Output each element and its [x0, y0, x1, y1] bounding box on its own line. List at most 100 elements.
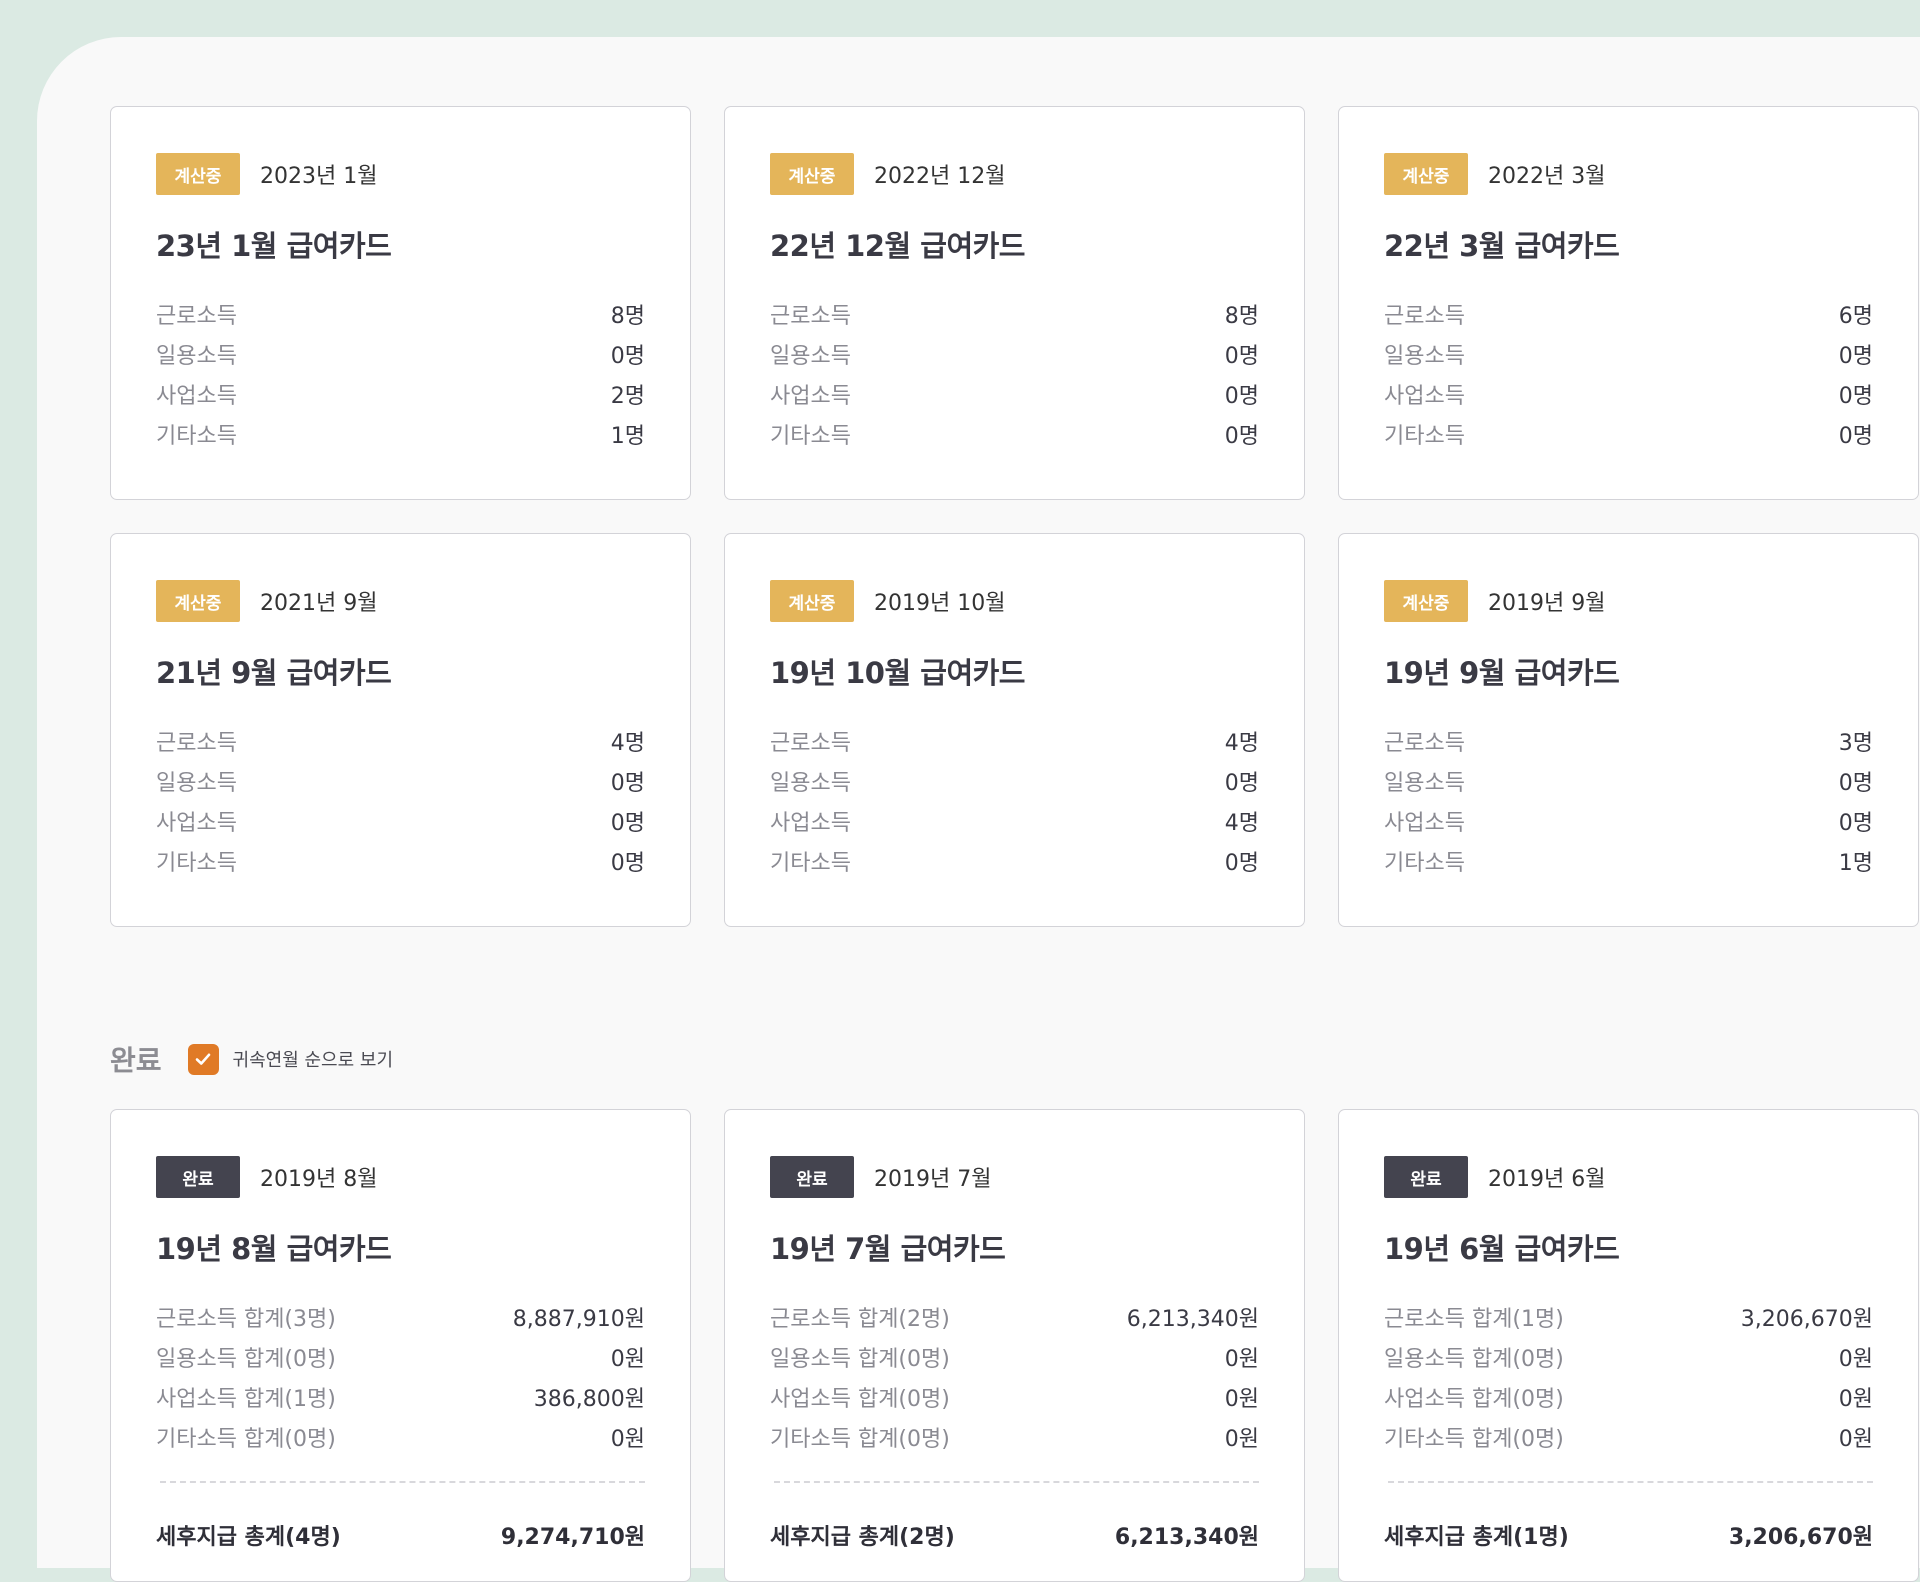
total-amount: 6,213,340원 — [1114, 1525, 1259, 1550]
income-amount: 386,800원 — [533, 1387, 645, 1412]
income-label: 기타소득 합계(0명) — [156, 1427, 336, 1452]
total-label: 세후지급 총계(1명) — [1384, 1525, 1569, 1550]
card-period: 2019년 10월 — [874, 591, 1006, 616]
income-label: 기타소득 — [770, 851, 851, 876]
payroll-card[interactable]: 완료 2019년 7월 19년 7월 급여카드 근로소득 합계(2명) 6,213… — [724, 1109, 1305, 1582]
income-list: 근로소득 4명 일용소득 0명 사업소득 0명 기타소득 0명 — [156, 721, 645, 881]
income-label: 근로소득 합계(1명) — [1384, 1307, 1564, 1332]
card-header: 계산중 2022년 12월 — [770, 153, 1259, 195]
income-count: 0명 — [1224, 771, 1259, 796]
income-row: 사업소득 0명 — [1384, 801, 1873, 841]
income-count: 0명 — [1838, 771, 1873, 796]
payroll-card[interactable]: 계산중 2022년 3월 22년 3월 급여카드 근로소득 6명 일용소득 0명 사… — [1338, 106, 1919, 500]
income-amount: 8,887,910원 — [512, 1307, 645, 1332]
income-label: 근로소득 — [770, 304, 851, 329]
income-amount: 0원 — [1224, 1347, 1259, 1372]
income-amount: 0원 — [1838, 1347, 1873, 1372]
income-list: 근로소득 8명 일용소득 0명 사업소득 2명 기타소득 1명 — [156, 294, 645, 454]
income-row: 일용소득 0명 — [770, 334, 1259, 374]
income-label: 기타소득 — [156, 851, 237, 876]
income-count: 8명 — [610, 304, 645, 329]
income-amount: 0원 — [610, 1347, 645, 1372]
payroll-card[interactable]: 계산중 2019년 10월 19년 10월 급여카드 근로소득 4명 일용소득 0명… — [724, 533, 1305, 927]
card-period: 2022년 12월 — [874, 164, 1006, 189]
income-amount: 0원 — [1224, 1387, 1259, 1412]
income-row: 일용소득 합계(0명) 0원 — [1384, 1337, 1873, 1377]
checkmark-icon — [195, 1053, 211, 1065]
section-title: 완료 — [110, 1044, 162, 1077]
income-row: 일용소득 0명 — [770, 761, 1259, 801]
income-row: 근로소득 합계(2명) 6,213,340원 — [770, 1297, 1259, 1337]
payroll-card[interactable]: 계산중 2021년 9월 21년 9월 급여카드 근로소득 4명 일용소득 0명 사… — [110, 533, 691, 927]
card-period: 2019년 9월 — [1488, 591, 1606, 616]
income-label: 근로소득 — [1384, 304, 1465, 329]
income-label: 기타소득 — [156, 424, 237, 449]
income-row: 일용소득 0명 — [156, 334, 645, 374]
card-header: 계산중 2022년 3월 — [1384, 153, 1873, 195]
card-period: 2022년 3월 — [1488, 164, 1606, 189]
income-amount: 3,206,670원 — [1740, 1307, 1873, 1332]
income-label: 사업소득 — [1384, 384, 1465, 409]
total-amount: 9,274,710원 — [500, 1525, 645, 1550]
income-row: 사업소득 0명 — [1384, 374, 1873, 414]
card-title: 22년 12월 급여카드 — [770, 229, 1026, 263]
card-title: 19년 9월 급여카드 — [1384, 656, 1620, 690]
income-row: 기타소득 0명 — [770, 841, 1259, 881]
total-row: 세후지급 총계(1명) 3,206,670원 — [1384, 1515, 1873, 1555]
income-count: 0명 — [610, 811, 645, 836]
checkbox[interactable] — [187, 1043, 219, 1075]
income-list: 근로소득 합계(1명) 3,206,670원 일용소득 합계(0명) 0원 사업소득… — [1384, 1297, 1873, 1457]
income-row: 사업소득 4명 — [770, 801, 1259, 841]
total-label: 세후지급 총계(2명) — [770, 1525, 955, 1550]
income-row: 기타소득 0명 — [156, 841, 645, 881]
income-label: 근로소득 — [1384, 731, 1465, 756]
payroll-card[interactable]: 완료 2019년 8월 19년 8월 급여카드 근로소득 합계(3명) 8,887… — [110, 1109, 691, 1582]
income-label: 근로소득 — [770, 731, 851, 756]
income-count: 3명 — [1838, 731, 1873, 756]
income-count: 0명 — [610, 344, 645, 369]
income-list: 근로소득 6명 일용소득 0명 사업소득 0명 기타소득 0명 — [1384, 294, 1873, 454]
income-row: 근로소득 합계(1명) 3,206,670원 — [1384, 1297, 1873, 1337]
payroll-card[interactable]: 완료 2019년 6월 19년 6월 급여카드 근로소득 합계(1명) 3,206… — [1338, 1109, 1919, 1582]
status-badge: 계산중 — [1384, 580, 1468, 622]
payroll-card[interactable]: 계산중 2022년 12월 22년 12월 급여카드 근로소득 8명 일용소득 0명… — [724, 106, 1305, 500]
income-count: 2명 — [610, 384, 645, 409]
income-label: 일용소득 합계(0명) — [1384, 1347, 1564, 1372]
income-count: 4명 — [1224, 731, 1259, 756]
status-badge: 계산중 — [156, 153, 240, 195]
dashed-divider — [774, 1481, 1259, 1483]
status-badge: 계산중 — [770, 580, 854, 622]
total-label: 세후지급 총계(4명) — [156, 1525, 341, 1550]
income-label: 기타소득 — [770, 424, 851, 449]
income-row: 근로소득 4명 — [770, 721, 1259, 761]
income-row: 근로소득 8명 — [156, 294, 645, 334]
card-title: 19년 8월 급여카드 — [156, 1232, 392, 1266]
income-label: 사업소득 합계(1명) — [156, 1387, 336, 1412]
income-label: 사업소득 — [770, 384, 851, 409]
completed-section-header: 완료 귀속연월 순으로 보기 — [110, 1037, 393, 1081]
income-row: 기타소득 합계(0명) 0원 — [770, 1417, 1259, 1457]
income-row: 사업소득 0명 — [770, 374, 1259, 414]
income-row: 근로소득 8명 — [770, 294, 1259, 334]
income-list: 근로소득 3명 일용소득 0명 사업소득 0명 기타소득 1명 — [1384, 721, 1873, 881]
income-amount: 6,213,340원 — [1126, 1307, 1259, 1332]
income-label: 사업소득 — [156, 811, 237, 836]
completed-card-grid: 완료 2019년 8월 19년 8월 급여카드 근로소득 합계(3명) 8,887… — [110, 1109, 1919, 1582]
status-badge: 완료 — [1384, 1156, 1468, 1198]
income-count: 0명 — [1838, 811, 1873, 836]
income-count: 0명 — [1838, 424, 1873, 449]
income-label: 사업소득 합계(0명) — [1384, 1387, 1564, 1412]
income-count: 4명 — [1224, 811, 1259, 836]
income-count: 0명 — [1224, 384, 1259, 409]
income-amount: 0원 — [610, 1427, 645, 1452]
status-badge: 계산중 — [156, 580, 240, 622]
income-row: 기타소득 합계(0명) 0원 — [156, 1417, 645, 1457]
card-title: 21년 9월 급여카드 — [156, 656, 392, 690]
payroll-card[interactable]: 계산중 2019년 9월 19년 9월 급여카드 근로소득 3명 일용소득 0명 사… — [1338, 533, 1919, 927]
pending-card-grid: 계산중 2023년 1월 23년 1월 급여카드 근로소득 8명 일용소득 0명 사… — [110, 106, 1919, 927]
income-row: 기타소득 합계(0명) 0원 — [1384, 1417, 1873, 1457]
payroll-card[interactable]: 계산중 2023년 1월 23년 1월 급여카드 근로소득 8명 일용소득 0명 사… — [110, 106, 691, 500]
income-label: 사업소득 합계(0명) — [770, 1387, 950, 1412]
sort-by-period-checkbox[interactable]: 귀속연월 순으로 보기 — [187, 1043, 393, 1075]
card-period: 2023년 1월 — [260, 164, 378, 189]
